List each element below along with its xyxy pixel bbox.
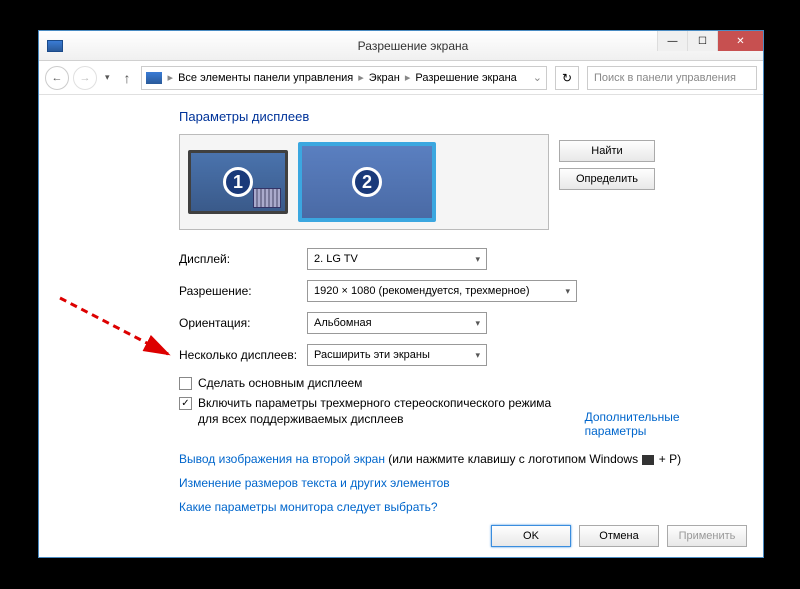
monitor-1-number: 1 — [223, 167, 253, 197]
maximize-button[interactable]: ☐ — [687, 31, 717, 51]
project-key: + P) — [655, 452, 681, 466]
help-links: Вывод изображения на второй экран (или н… — [179, 452, 743, 514]
dialog-buttons: OK Отмена Применить — [39, 515, 763, 557]
monitor-2-number: 2 — [352, 167, 382, 197]
breadcrumb-arrow-icon: ▸ — [168, 71, 174, 84]
windows-key-icon — [642, 455, 654, 465]
detect-button[interactable]: Найти — [559, 140, 655, 162]
forward-button[interactable]: → — [73, 66, 97, 90]
monitor-side-buttons: Найти Определить — [559, 140, 655, 190]
monitor-preview-wrap: 1 2 Найти Определить — [179, 134, 549, 230]
breadcrumb-arrow-icon: ▸ — [358, 71, 364, 84]
breadcrumb-dropdown-icon[interactable]: ⌄ — [533, 71, 542, 84]
window: Разрешение экрана — ☐ ✕ ← → ▾ ↑ ▸ Все эл… — [38, 30, 764, 558]
titlebar: Разрешение экрана — ☐ ✕ — [39, 31, 763, 61]
monitor-2-selected[interactable]: 2 — [298, 142, 436, 222]
content-area: Параметры дисплеев 1 2 Найти Определить … — [39, 95, 763, 528]
settings-form: Дисплей: 2. LG TV Разрешение: 1920 × 108… — [179, 248, 743, 514]
display-select[interactable]: 2. LG TV — [307, 248, 487, 270]
toolbar: ← → ▾ ↑ ▸ Все элементы панели управления… — [39, 61, 763, 95]
orientation-select[interactable]: Альбомная — [307, 312, 487, 334]
back-button[interactable]: ← — [45, 66, 69, 90]
breadcrumb-arrow-icon: ▸ — [405, 71, 411, 84]
window-controls: — ☐ ✕ — [657, 31, 763, 51]
minimize-button[interactable]: — — [657, 31, 687, 51]
up-button[interactable]: ↑ — [118, 70, 137, 86]
multi-display-label: Несколько дисплеев: — [179, 348, 307, 362]
breadcrumb-root[interactable]: Все элементы панели управления — [175, 72, 356, 84]
primary-display-checkbox[interactable] — [179, 377, 192, 390]
apply-button[interactable]: Применить — [667, 525, 747, 547]
search-input[interactable]: Поиск в панели управления — [587, 66, 757, 90]
stereo-label: Включить параметры трехмерного стереоско… — [198, 396, 575, 427]
primary-display-row: Сделать основным дисплеем — [179, 376, 743, 390]
display-label: Дисплей: — [179, 252, 307, 266]
primary-display-label: Сделать основным дисплеем — [198, 376, 362, 390]
breadcrumb-resolution[interactable]: Разрешение экрана — [412, 72, 519, 84]
cancel-button[interactable]: Отмена — [579, 525, 659, 547]
multi-display-select[interactable]: Расширить эти экраны — [307, 344, 487, 366]
orientation-label: Ориентация: — [179, 316, 307, 330]
monitor-preview[interactable]: 1 2 — [179, 134, 549, 230]
stereo-row: Включить параметры трехмерного стереоско… — [179, 396, 743, 438]
history-dropdown-icon[interactable]: ▾ — [101, 72, 114, 83]
page-heading: Параметры дисплеев — [179, 109, 743, 124]
resolution-label: Разрешение: — [179, 284, 307, 298]
which-settings-link[interactable]: Какие параметры монитора следует выбрать… — [179, 500, 743, 514]
project-link[interactable]: Вывод изображения на второй экран — [179, 452, 385, 466]
close-button[interactable]: ✕ — [717, 31, 763, 51]
ok-button[interactable]: OK — [491, 525, 571, 547]
breadcrumb-display[interactable]: Экран — [366, 72, 403, 84]
advanced-settings-link[interactable]: Дополнительные параметры — [585, 410, 743, 438]
resize-text-link[interactable]: Изменение размеров текста и других элеме… — [179, 476, 743, 490]
address-bar[interactable]: ▸ Все элементы панели управления ▸ Экран… — [141, 66, 547, 90]
control-panel-icon — [146, 72, 162, 84]
app-icon — [47, 40, 63, 52]
refresh-button[interactable]: ↻ — [555, 66, 579, 90]
monitor-1[interactable]: 1 — [188, 150, 288, 214]
resolution-select[interactable]: 1920 × 1080 (рекомендуется, трехмерное) — [307, 280, 577, 302]
stereo-checkbox[interactable] — [179, 397, 192, 410]
project-suffix: (или нажмите клавишу с логотипом Windows — [385, 452, 641, 466]
project-help: Вывод изображения на второй экран (или н… — [179, 452, 743, 466]
identify-button[interactable]: Определить — [559, 168, 655, 190]
